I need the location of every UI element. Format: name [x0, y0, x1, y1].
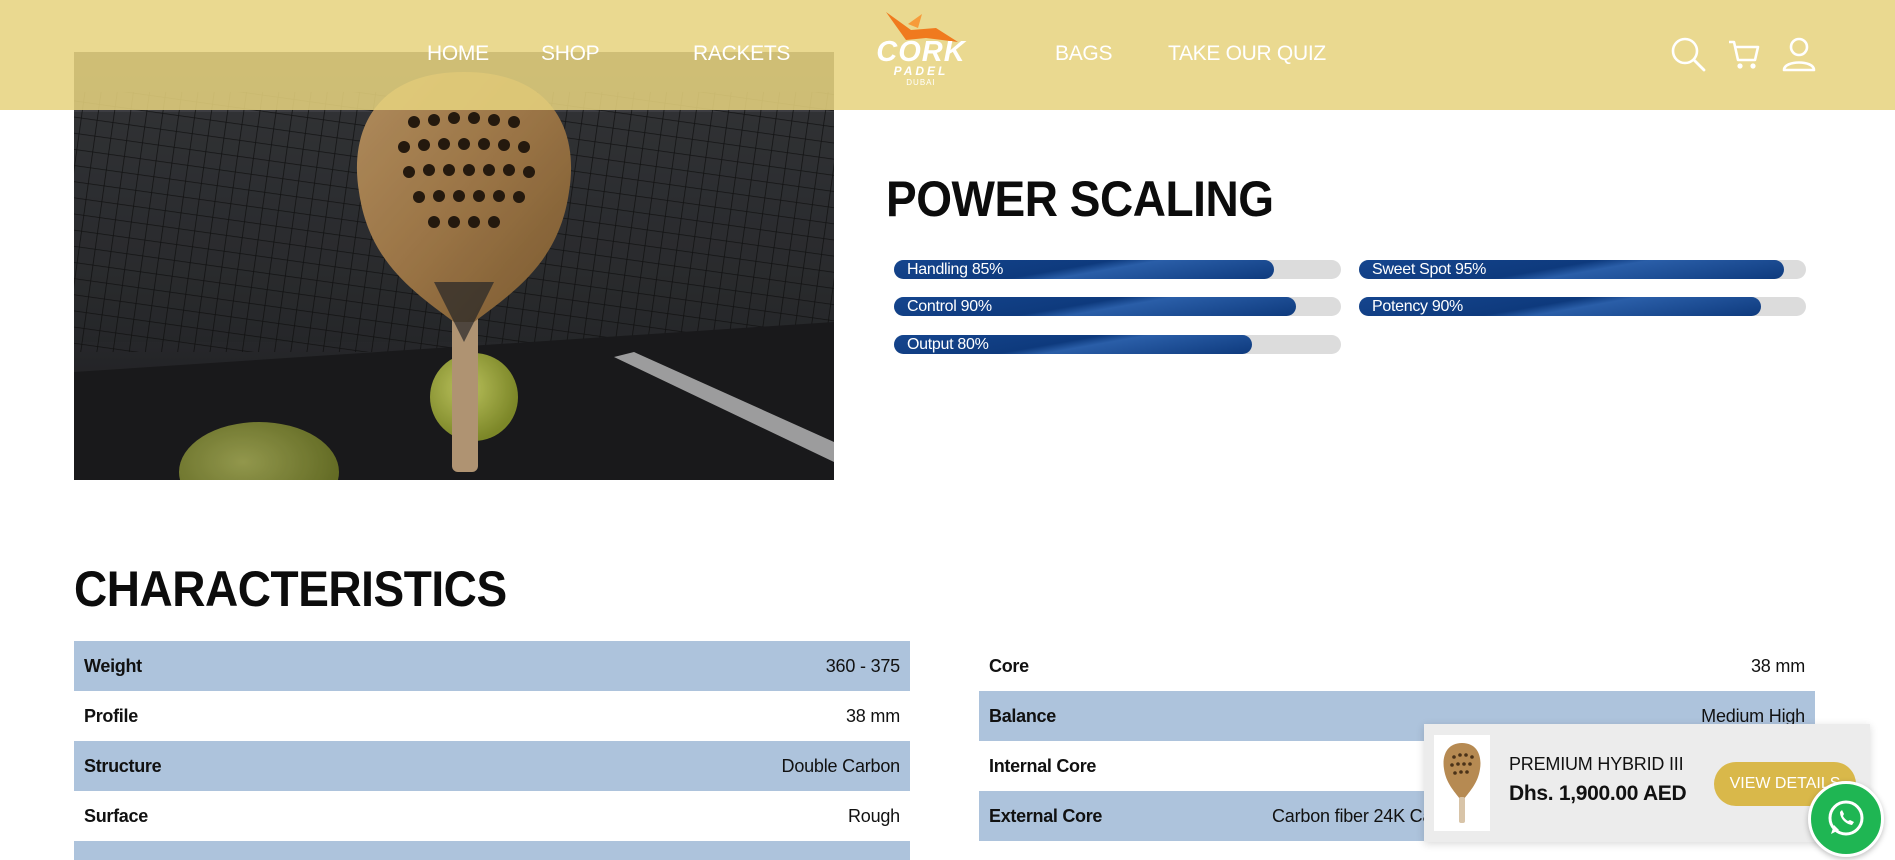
power-scaling-title: POWER SCALING: [886, 171, 1274, 227]
nav-shop[interactable]: SHOP: [541, 42, 600, 66]
bar-label: Potency 90%: [1372, 298, 1463, 315]
bar-label: Handling 85%: [907, 261, 1004, 278]
whatsapp-button[interactable]: [1808, 781, 1884, 857]
nav-home[interactable]: HOME: [427, 42, 489, 66]
bar-label: Output 80%: [907, 336, 989, 353]
spec-value: Rough: [847, 805, 900, 826]
spec-value: 38 mm: [845, 705, 900, 726]
spec-key: Balance: [989, 705, 1056, 726]
table-row: Structure Double Carbon: [74, 741, 910, 791]
product-name[interactable]: PREMIUM HYBRID III: [1509, 754, 1684, 775]
nav-take-our-quiz[interactable]: TAKE OUR QUIZ: [1168, 42, 1326, 66]
spec-key: Weight: [84, 655, 142, 676]
spec-value: 360 - 375: [825, 655, 900, 676]
hero-image: [74, 52, 834, 480]
spec-value: 38 mm: [1750, 655, 1805, 676]
spec-key: Core: [989, 655, 1029, 676]
bar-potency: Potency 90%: [1359, 297, 1806, 316]
table-row: [979, 841, 1815, 860]
product-popup: PREMIUM HYBRID III Dhs. 1,900.00 AED VIE…: [1424, 724, 1870, 842]
table-row: [74, 841, 910, 860]
bar-label: Control 90%: [907, 298, 992, 315]
bar-handling: Handling 85%: [894, 260, 1341, 279]
spec-key: Surface: [84, 805, 148, 826]
table-row: Profile 38 mm: [74, 691, 910, 741]
table-row: Core 38 mm: [979, 641, 1815, 691]
spec-key: Profile: [84, 705, 138, 726]
spec-value: Double Carbon: [781, 755, 901, 776]
spec-table-left: Weight 360 - 375 Profile 38 mm Structure…: [74, 641, 910, 860]
spec-key: External Core: [989, 805, 1103, 826]
nav-rackets[interactable]: RACKETS: [693, 42, 790, 66]
logo-location: DUBAI: [906, 78, 936, 87]
bar-label: Sweet Spot 95%: [1372, 261, 1487, 278]
table-row: Surface Rough: [74, 791, 910, 841]
characteristics-title: CHARACTERISTICS: [74, 561, 507, 617]
cork-padel-logo[interactable]: CORK PADEL DUBAI: [866, 10, 976, 90]
product-thumbnail[interactable]: [1434, 735, 1490, 831]
bar-control: Control 90%: [894, 297, 1341, 316]
cart-icon[interactable]: [1726, 36, 1762, 72]
account-icon[interactable]: [1781, 36, 1817, 72]
product-price: Dhs. 1,900.00 AED: [1509, 782, 1687, 805]
bar-output: Output 80%: [894, 335, 1341, 354]
whatsapp-icon: [1828, 800, 1864, 836]
table-row: Weight 360 - 375: [74, 641, 910, 691]
nav-bags[interactable]: BAGS: [1055, 42, 1112, 66]
search-icon[interactable]: [1670, 36, 1706, 72]
spec-value: Carbon fiber 24K Ca: [1272, 805, 1433, 826]
site-header: HOME SHOP RACKETS BAGS TAKE OUR QUIZ COR…: [0, 0, 1895, 110]
spec-key: Internal Core: [989, 755, 1097, 776]
spec-key: Structure: [84, 755, 162, 776]
racket-photo: [74, 52, 834, 480]
bar-sweet-spot: Sweet Spot 95%: [1359, 260, 1806, 279]
logo-sub: PADEL: [893, 64, 949, 78]
